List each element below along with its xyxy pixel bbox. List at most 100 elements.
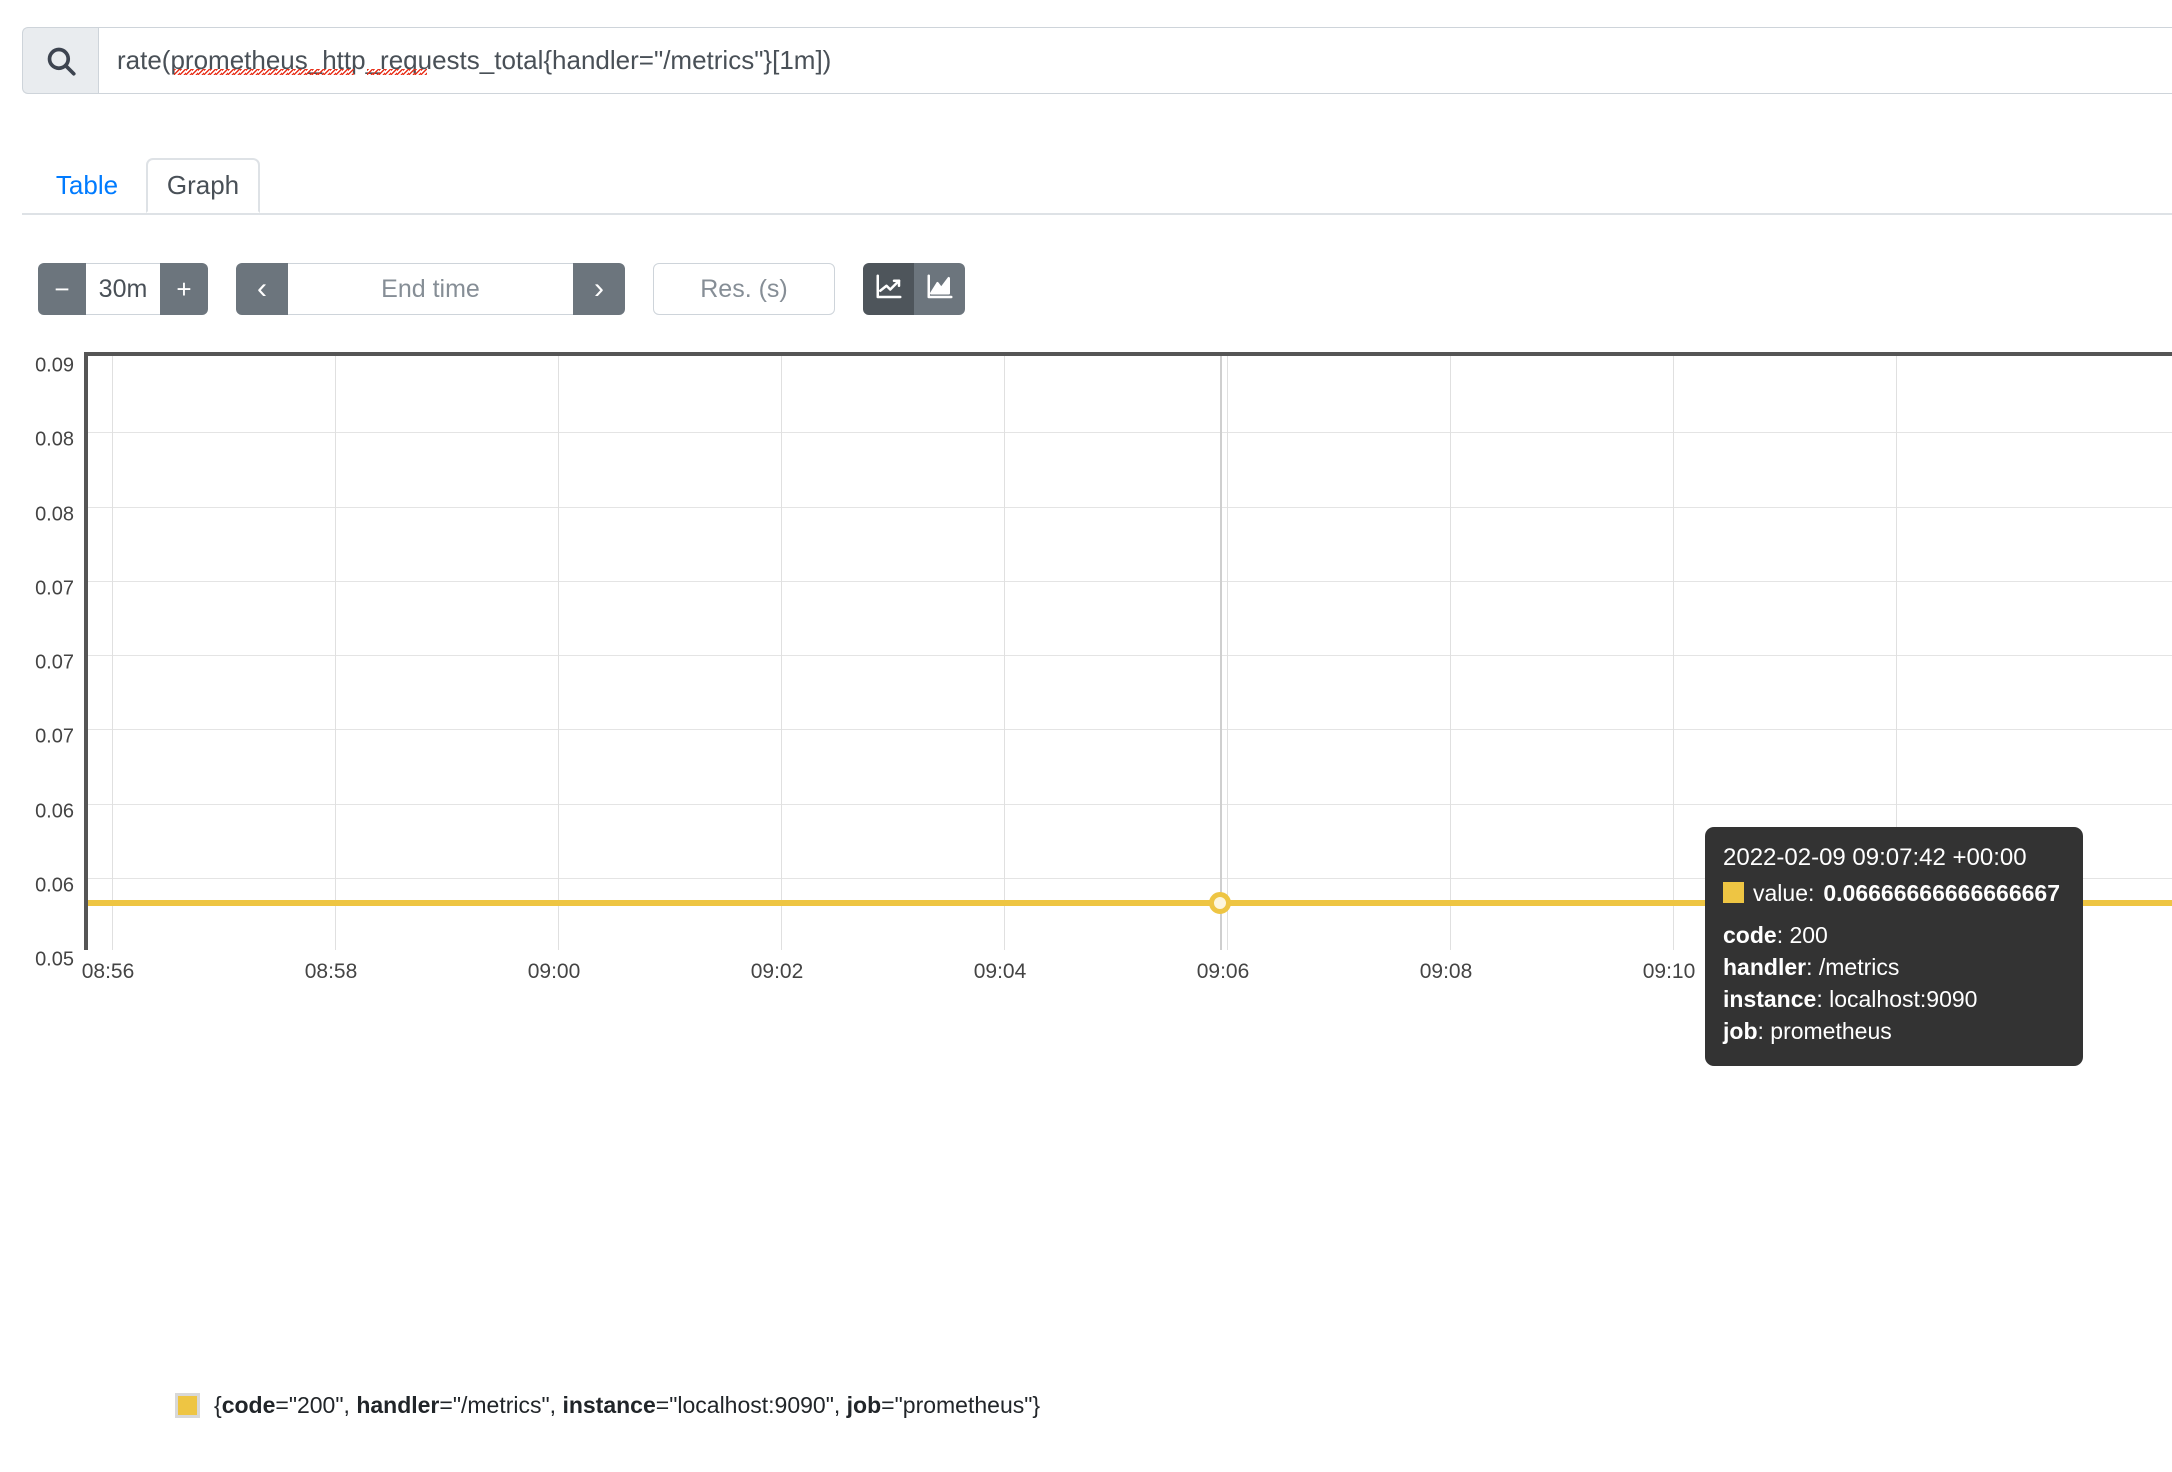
tooltip-label-value: 200 [1789, 921, 1828, 948]
legend-entry-key: handler [356, 1392, 440, 1418]
plus-icon: + [176, 273, 192, 304]
legend-entry-key: job [846, 1392, 882, 1418]
tab-graph[interactable]: Graph [146, 158, 260, 213]
tooltip-label-value: prometheus [1770, 1018, 1892, 1045]
expression-input-value: rate(prometheus_http_requests_total{hand… [117, 45, 832, 75]
legend-entry-value: "localhost:9090" [669, 1392, 834, 1418]
y-axis-tick-label: 0.08 [35, 428, 74, 451]
vertical-gridline [1004, 356, 1005, 950]
tooltip-value-row: value: 0.06666666666666667 [1723, 877, 2065, 909]
tooltip-timestamp: 2022-02-09 09:07:42 +00:00 [1723, 844, 2027, 871]
stacked-chart-toggle-button[interactable] [914, 263, 965, 315]
line-chart-icon [874, 272, 904, 307]
area-chart-icon [925, 272, 955, 307]
tooltip-labels: code: 200 handler: /metrics instance: lo… [1723, 919, 2065, 1048]
tooltip-label-job: job: prometheus [1723, 1018, 1892, 1045]
chevron-right-icon: › [594, 272, 604, 305]
tooltip-label-handler: handler: /metrics [1723, 953, 1900, 980]
y-axis-tick-label: 0.08 [35, 503, 74, 526]
legend-entry-key: instance [562, 1392, 656, 1418]
tooltip-label-key: code [1723, 921, 1777, 948]
vertical-gridline [335, 356, 336, 950]
horizontal-gridline [88, 581, 2172, 582]
vertical-gridline [1450, 356, 1451, 950]
x-axis-tick-label: 08:56 [81, 960, 135, 983]
chevron-left-icon: ‹ [257, 272, 267, 305]
resolution-placeholder: Res. (s) [700, 274, 788, 303]
graph-controls-toolbar: − 30m + ‹ End time › Res. (s) [38, 263, 965, 315]
legend-series-label[interactable]: {code="200", handler="/metrics", instanc… [214, 1392, 1040, 1419]
x-axis-tick-label: 09:08 [1419, 960, 1473, 983]
x-axis-tick-label: 08:58 [304, 960, 358, 983]
legend-entry-value: "200" [288, 1392, 344, 1418]
x-axis-tick-label: 09:00 [527, 960, 581, 983]
legend-open-brace: { [214, 1392, 222, 1418]
tab-table-label: Table [55, 170, 119, 200]
chart-legend: {code="200", handler="/metrics", instanc… [175, 1392, 1040, 1419]
legend-entry-key: code [221, 1392, 276, 1418]
tooltip-value: 0.06666666666666667 [1823, 879, 2061, 906]
range-input-value: 30m [98, 274, 148, 303]
y-axis-tick-label: 0.05 [35, 948, 74, 971]
end-time-input-group: ‹ End time › [236, 263, 625, 315]
vertical-gridline [1673, 356, 1674, 950]
horizontal-gridline [88, 432, 2172, 433]
x-axis-tick-label: 09:04 [973, 960, 1027, 983]
end-time-placeholder: End time [381, 274, 480, 303]
legend-entry-value: "prometheus" [894, 1392, 1033, 1418]
chart-tooltip: 2022-02-09 09:07:42 +00:00 value: 0.0666… [1705, 827, 2083, 1066]
resolution-input[interactable]: Res. (s) [653, 263, 835, 315]
tooltip-label-key: job [1723, 1018, 1758, 1045]
y-axis-tick-label: 0.06 [35, 874, 74, 897]
horizontal-gridline [88, 655, 2172, 656]
range-increase-button[interactable]: + [160, 263, 208, 315]
y-axis-tick-label: 0.07 [35, 725, 74, 748]
hover-data-point-marker [1209, 892, 1231, 914]
vertical-gridline [558, 356, 559, 950]
tab-graph-label: Graph [166, 170, 240, 200]
tooltip-series-swatch [1723, 882, 1744, 904]
y-axis-tick-label: 0.07 [35, 577, 74, 600]
tooltip-label-value: localhost:9090 [1829, 986, 1978, 1013]
tooltip-label-key: instance [1723, 986, 1817, 1013]
search-icon-container [22, 27, 98, 94]
chart-type-toggle-group [863, 263, 965, 315]
line-chart-toggle-button[interactable] [863, 263, 914, 315]
x-axis-tick-label: 09:06 [1196, 960, 1250, 983]
cursor-crosshair [1220, 356, 1222, 950]
y-axis: 0.09 0.08 0.08 0.07 0.07 0.07 0.06 0.06 0.05 [0, 352, 74, 971]
horizontal-gridline [88, 729, 2172, 730]
search-icon [44, 44, 78, 78]
tab-table[interactable]: Table [44, 158, 130, 213]
y-axis-tick-label: 0.07 [35, 651, 74, 674]
legend-close-brace: } [1032, 1392, 1041, 1418]
expression-input[interactable]: rate(prometheus_http_requests_total{hand… [98, 27, 2172, 94]
tab-bar: Table Graph [22, 158, 2172, 215]
tooltip-value-label: value: [1753, 879, 1815, 906]
y-axis-tick-label: 0.09 [35, 354, 74, 377]
x-axis-tick-label: 09:10 [1642, 960, 1696, 983]
time-previous-button[interactable]: ‹ [236, 263, 288, 315]
minus-icon: − [54, 273, 70, 304]
tooltip-label-instance: instance: localhost:9090 [1723, 986, 1978, 1013]
end-time-input[interactable]: End time [288, 263, 573, 315]
time-next-button[interactable]: › [573, 263, 625, 315]
x-axis-tick-label: 09:02 [750, 960, 804, 983]
tooltip-label-code: code: 200 [1723, 921, 1828, 948]
vertical-gridline [112, 356, 113, 950]
range-input[interactable]: 30m [86, 263, 160, 315]
horizontal-gridline [88, 804, 2172, 805]
vertical-gridline [1227, 356, 1228, 950]
vertical-gridline [781, 356, 782, 950]
expression-bar: rate(prometheus_http_requests_total{hand… [22, 27, 2172, 94]
range-input-group: − 30m + [38, 263, 208, 315]
y-axis-tick-label: 0.06 [35, 800, 74, 823]
tooltip-label-value: /metrics [1818, 953, 1900, 980]
legend-entry-value: "/metrics" [452, 1392, 550, 1418]
range-decrease-button[interactable]: − [38, 263, 86, 315]
legend-series-swatch[interactable] [175, 1393, 200, 1418]
tooltip-label-key: handler [1723, 953, 1807, 980]
